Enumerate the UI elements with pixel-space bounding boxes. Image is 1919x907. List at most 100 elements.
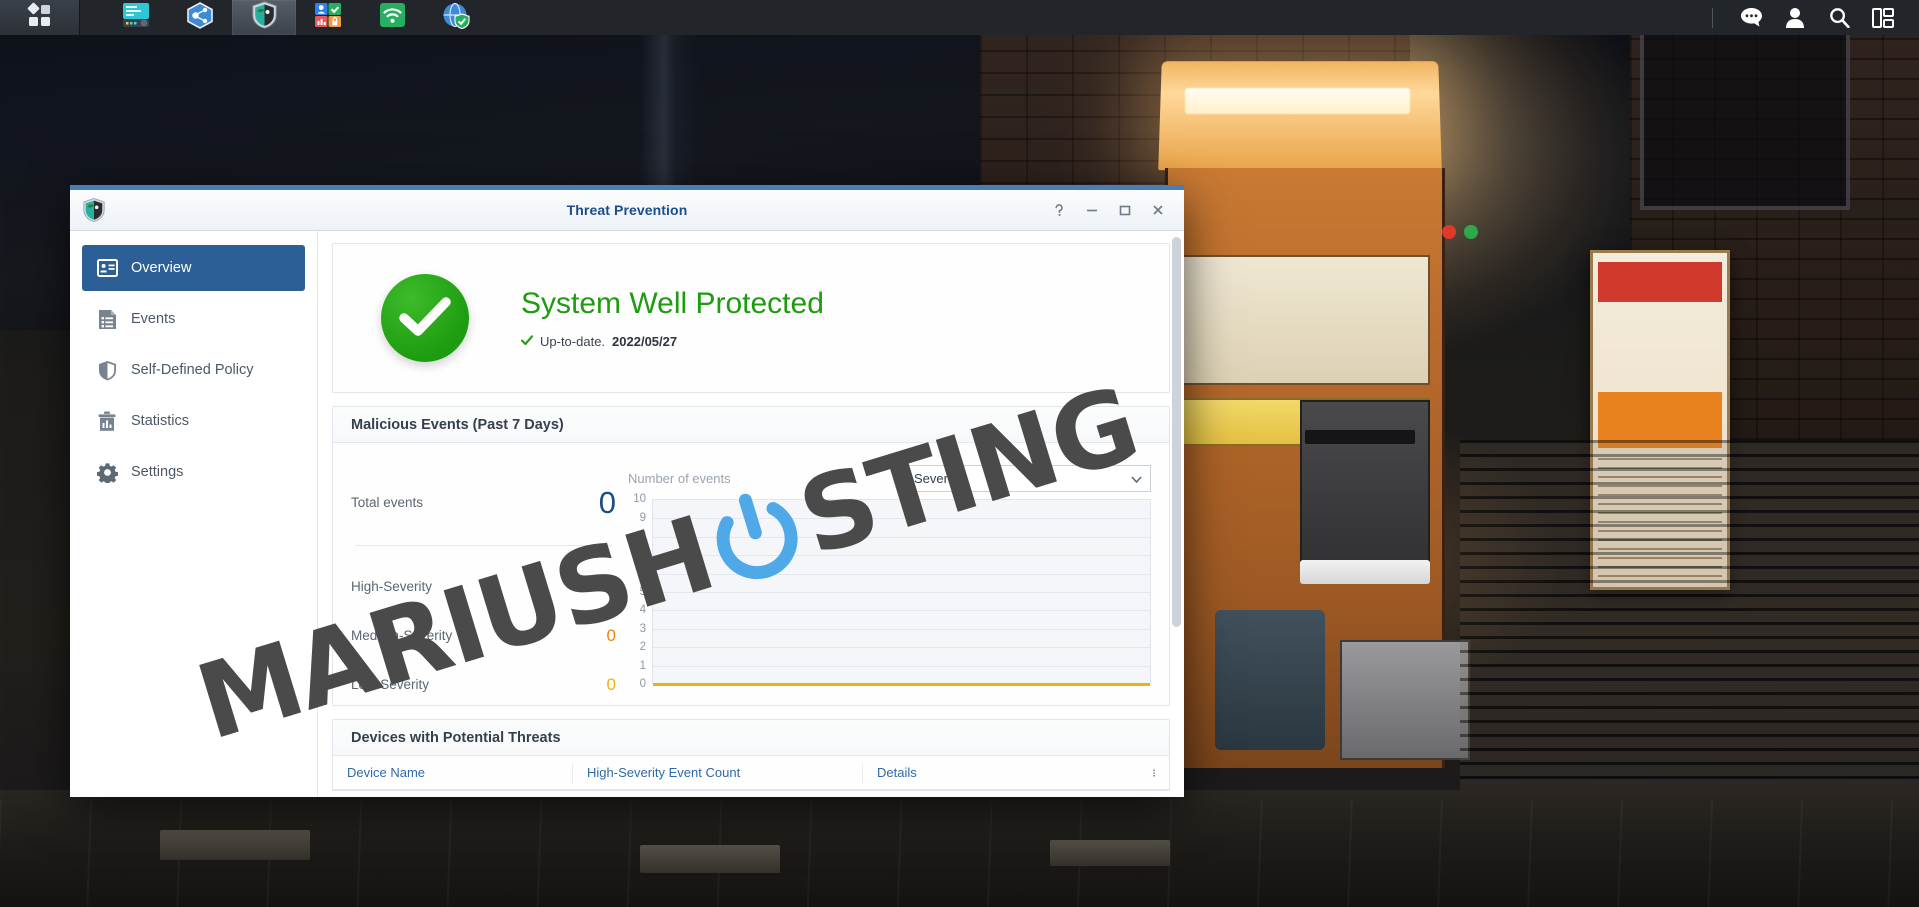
sidebar: Overview Events Self-Defined Policy Stat… bbox=[70, 231, 318, 797]
stat-label: High-Severity bbox=[351, 579, 433, 594]
security-advisor-icon bbox=[314, 2, 342, 33]
severity-filter-select[interactable]: Severity bbox=[905, 464, 1151, 492]
sidebar-item-label: Self-Defined Policy bbox=[131, 362, 254, 378]
sidebar-item-statistics[interactable]: Statistics bbox=[82, 398, 305, 444]
wallpaper-vending-panel bbox=[1180, 255, 1430, 385]
check-icon bbox=[520, 334, 534, 349]
notifications-icon[interactable] bbox=[1729, 0, 1773, 35]
gridline bbox=[653, 518, 1150, 520]
stats-divider bbox=[355, 545, 612, 546]
window-controls bbox=[1042, 196, 1184, 224]
help-button[interactable] bbox=[1042, 196, 1075, 224]
chart-plot-area: 10 9 8 7 6 5 4 3 2 1 0 bbox=[626, 493, 1151, 690]
content-scrollbar[interactable] bbox=[1172, 237, 1181, 767]
statistics-chart-icon bbox=[96, 410, 118, 432]
search-icon[interactable] bbox=[1817, 0, 1861, 35]
close-button[interactable] bbox=[1141, 196, 1174, 224]
sidebar-item-label: Settings bbox=[131, 464, 184, 480]
wallpaper-vending-lower bbox=[1340, 640, 1470, 760]
y-tick: 4 bbox=[639, 604, 646, 616]
chart-series-line bbox=[653, 683, 1150, 686]
y-tick: 2 bbox=[639, 641, 646, 653]
column-header-device-name[interactable]: Device Name bbox=[333, 762, 573, 783]
chart-toolbar: Number of events Severity bbox=[626, 463, 1151, 493]
y-tick: 8 bbox=[639, 530, 646, 542]
stat-value: 0 bbox=[606, 576, 616, 596]
update-status-date: 2022/05/27 bbox=[612, 334, 678, 349]
gear-icon bbox=[96, 461, 118, 483]
scrollbar-thumb[interactable] bbox=[1172, 237, 1181, 627]
column-header-high-severity-event-count[interactable]: High-Severity Event Count bbox=[573, 762, 863, 783]
y-tick: 0 bbox=[639, 678, 646, 690]
user-account-icon[interactable] bbox=[1773, 0, 1817, 35]
wallpaper-vending-logo bbox=[1300, 560, 1430, 584]
taskbar-app-security-advisor[interactable] bbox=[296, 0, 360, 35]
maximize-button[interactable] bbox=[1108, 196, 1141, 224]
gridline bbox=[653, 665, 1150, 667]
wallpaper-vending-button-green bbox=[1464, 225, 1478, 239]
taskbar-app-wifi[interactable] bbox=[360, 0, 424, 35]
taskbar-app-package-center[interactable] bbox=[168, 0, 232, 35]
page-title: System Well Protected bbox=[521, 287, 824, 320]
gridline bbox=[653, 592, 1150, 593]
event-stats-column: Total events 0 High-Severity 0 Medium-Se… bbox=[351, 463, 616, 694]
desktop-taskbar bbox=[0, 0, 1919, 35]
chevron-down-icon bbox=[1131, 471, 1142, 486]
stat-value: 0 bbox=[606, 674, 616, 694]
chart-y-axis-label: Number of events bbox=[628, 470, 731, 486]
malicious-events-title: Malicious Events (Past 7 Days) bbox=[333, 407, 1169, 443]
chart-y-axis: 10 9 8 7 6 5 4 3 2 1 0 bbox=[626, 493, 652, 690]
events-list-icon bbox=[96, 308, 118, 330]
shield-icon bbox=[96, 359, 118, 381]
wifi-icon bbox=[379, 2, 406, 33]
wallpaper-shutter bbox=[1460, 440, 1919, 790]
wallpaper-poster-red-band bbox=[1598, 262, 1722, 302]
main-menu-button[interactable] bbox=[0, 0, 80, 35]
sidebar-item-label: Statistics bbox=[131, 413, 190, 429]
stat-row-medium-severity: Medium-Severity 0 bbox=[351, 611, 616, 660]
stat-label: Low-Severity bbox=[351, 677, 430, 692]
y-tick: 3 bbox=[639, 622, 646, 635]
sidebar-item-overview[interactable]: Overview bbox=[82, 245, 305, 291]
stat-row-low-severity: Low-Severity 0 bbox=[351, 660, 616, 709]
file-station-icon bbox=[122, 2, 150, 33]
wallpaper-barrel bbox=[1215, 610, 1325, 750]
taskbar-app-network-shield[interactable] bbox=[424, 0, 488, 35]
system-status-text: System Well Protected Up-to-date. 2022/0… bbox=[520, 287, 824, 349]
content-area: System Well Protected Up-to-date. 2022/0… bbox=[318, 231, 1184, 797]
devices-threats-title: Devices with Potential Threats bbox=[333, 720, 1169, 756]
gridline bbox=[653, 610, 1150, 612]
update-status-row: Up-to-date. 2022/05/27 bbox=[520, 334, 824, 349]
sidebar-item-label: Overview bbox=[131, 260, 192, 276]
devices-table: Device Name High-Severity Event Count De… bbox=[333, 756, 1169, 790]
taskbar-app-threat-prevention[interactable] bbox=[232, 0, 296, 35]
taskbar-right-tray bbox=[1712, 0, 1919, 35]
column-header-details[interactable]: Details bbox=[863, 763, 1139, 783]
y-tick: 7 bbox=[639, 548, 646, 561]
gridline bbox=[653, 573, 1150, 575]
widgets-icon[interactable] bbox=[1861, 0, 1905, 35]
window-titlebar[interactable]: Threat Prevention bbox=[70, 190, 1184, 231]
sidebar-item-settings[interactable]: Settings bbox=[82, 449, 305, 495]
stat-label: Medium-Severity bbox=[351, 628, 453, 643]
minimize-button[interactable] bbox=[1075, 196, 1108, 224]
y-tick: 6 bbox=[639, 567, 646, 579]
chart-canvas bbox=[652, 499, 1151, 686]
taskbar-app-file-station[interactable] bbox=[104, 0, 168, 35]
stat-label: Total events bbox=[351, 494, 424, 510]
y-tick: 9 bbox=[639, 511, 646, 524]
gridline bbox=[653, 536, 1150, 538]
wallpaper-vending-canopy bbox=[1158, 61, 1442, 171]
events-chart: Number of events Severity 10 9 8 7 6 5 4… bbox=[616, 463, 1151, 690]
y-tick: 1 bbox=[639, 659, 646, 672]
update-status-label: Up-to-date. bbox=[540, 334, 606, 349]
sidebar-item-self-defined-policy[interactable]: Self-Defined Policy bbox=[82, 347, 305, 393]
wallpaper-window-frame bbox=[1640, 20, 1850, 210]
malicious-events-card: Malicious Events (Past 7 Days) Total eve… bbox=[332, 406, 1170, 706]
wallpaper-kerb-2 bbox=[640, 845, 780, 873]
column-options-icon[interactable] bbox=[1139, 763, 1169, 783]
y-tick: 10 bbox=[633, 493, 646, 505]
stat-row-high-severity: High-Severity 0 bbox=[351, 562, 616, 611]
system-status-card: System Well Protected Up-to-date. 2022/0… bbox=[332, 243, 1170, 393]
sidebar-item-events[interactable]: Events bbox=[82, 296, 305, 342]
